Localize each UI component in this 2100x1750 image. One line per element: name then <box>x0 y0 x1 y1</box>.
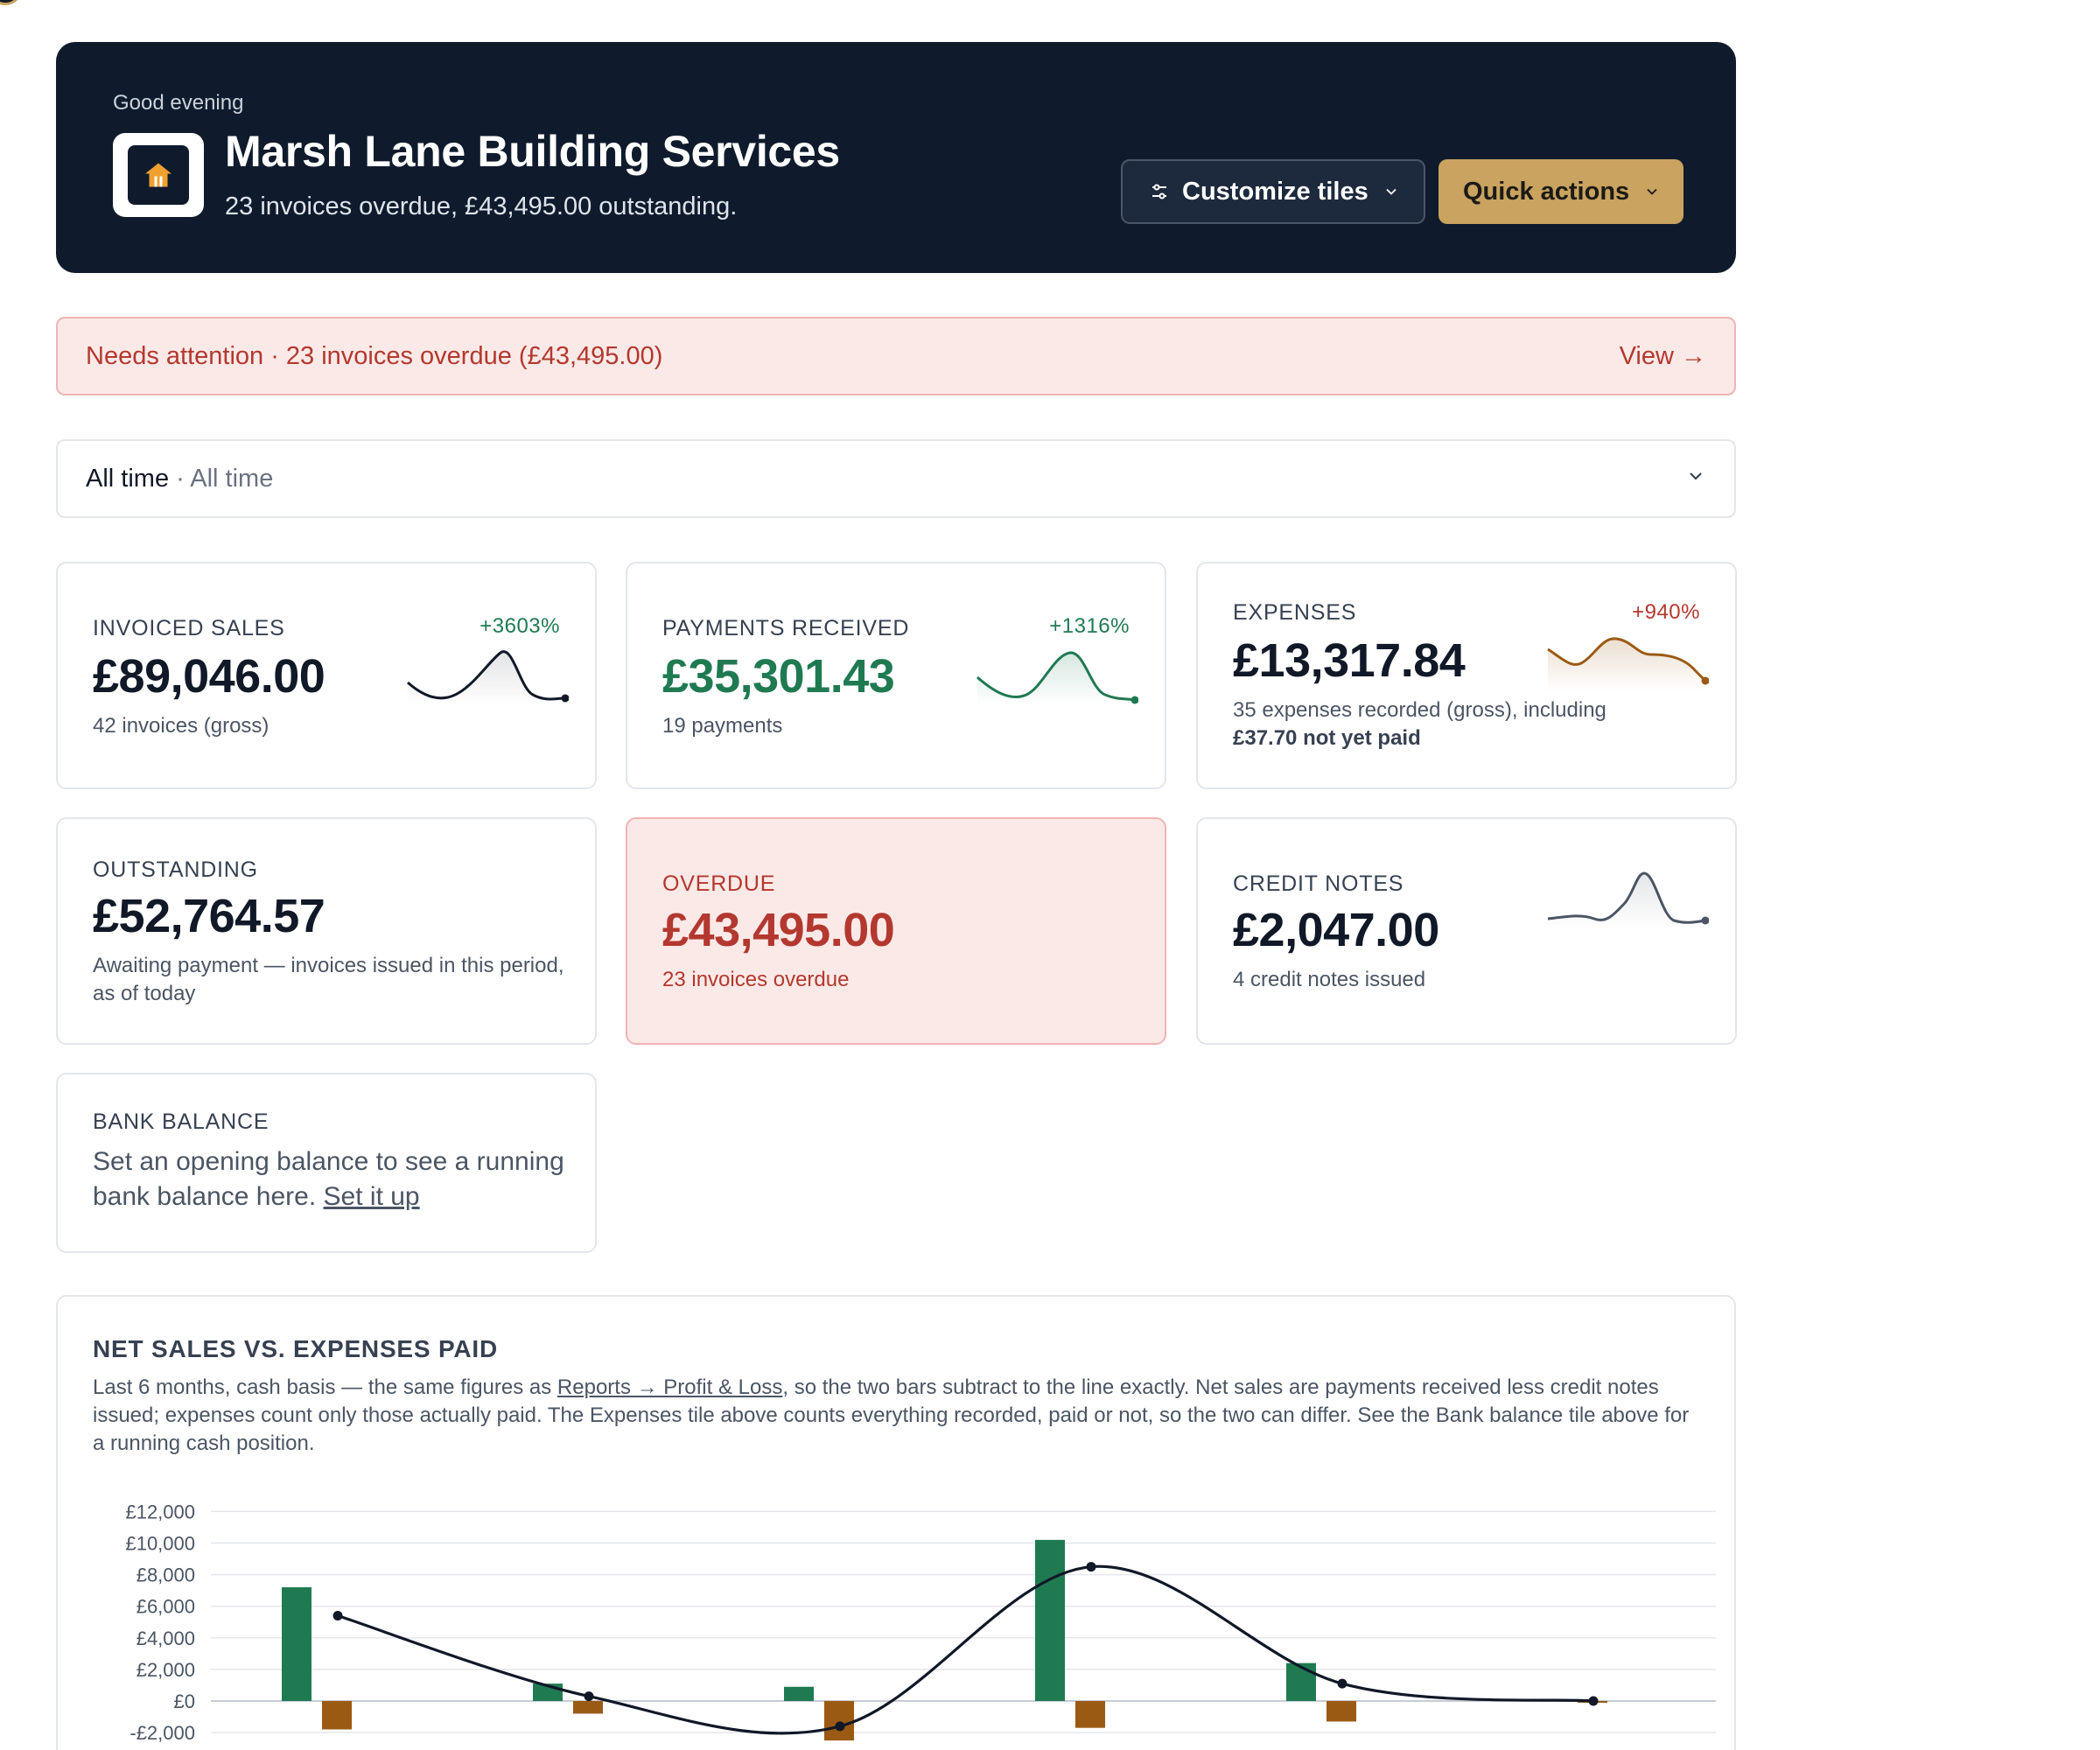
tile-value: £35,301.43 <box>662 650 895 703</box>
alert-view-link[interactable]: View → <box>1620 342 1706 371</box>
y-tick-label: £10,000 <box>125 1533 195 1555</box>
net-line <box>337 1564 1594 1735</box>
period-secondary: All time <box>190 464 274 493</box>
chevron-down-icon <box>1643 183 1661 200</box>
quick-actions-button[interactable]: Quick actions <box>1438 159 1684 224</box>
tile-value: £89,046.00 <box>93 650 326 703</box>
net-line-point <box>1337 1678 1348 1689</box>
tile-value: £43,495.00 <box>662 904 895 956</box>
unpaid-amount: £37.70 not yet paid <box>1233 726 1421 750</box>
tile-sub: 4 credit notes issued <box>1233 968 1426 991</box>
bank-balance-text: Set an opening balance to see a running … <box>93 1144 583 1214</box>
hero-header: Good evening Marsh Lane Building Service… <box>56 42 1736 273</box>
tile-sub: 42 invoices (gross) <box>93 714 270 738</box>
net-line-point <box>332 1611 343 1621</box>
tile-expenses[interactable]: EXPENSES +940% £13,317.84 35 expenses re… <box>1196 562 1737 789</box>
alert-text: Needs attention · 23 invoices overdue (£… <box>86 341 663 370</box>
net-sales-bar <box>1286 1662 1316 1701</box>
tile-bank-balance[interactable]: BANK BALANCE Set an opening balance to s… <box>56 1073 597 1253</box>
net-sales-chart: £12,000 £10,000 £8,000 £6,000 £4,000 £2,000 £0… <box>125 1501 1716 1744</box>
tile-value: £13,317.84 <box>1233 634 1466 687</box>
y-tick-label: £0 <box>174 1690 195 1712</box>
change-badge: +940% <box>1632 600 1700 624</box>
y-tick-label: £6,000 <box>136 1596 195 1618</box>
tile-sub: 23 invoices overdue <box>662 968 850 991</box>
net-sales-chart-card: NET SALES VS. EXPENSES PAID Last 6 month… <box>56 1295 1736 1750</box>
chevron-down-icon <box>1382 183 1400 200</box>
tile-sub-text: 35 expenses recorded (gross), including <box>1233 698 1606 722</box>
tile-sub: 35 expenses recorded (gross), including … <box>1233 696 1705 752</box>
expenses-bar <box>322 1701 352 1730</box>
company-logo <box>113 133 204 217</box>
home-icon <box>145 163 172 187</box>
tile-sub: 19 payments <box>662 714 783 738</box>
net-line-point <box>1086 1562 1096 1572</box>
y-tick-label: £12,000 <box>125 1501 195 1522</box>
tile-label: BANK BALANCE <box>93 1110 270 1134</box>
expenses-bar <box>1326 1701 1356 1722</box>
expenses-bar <box>824 1701 854 1741</box>
tile-label: INVOICED SALES <box>93 616 285 640</box>
sparkline <box>1547 637 1709 691</box>
net-sales-bar <box>1035 1539 1065 1701</box>
customize-tiles-label: Customize tiles <box>1182 177 1368 206</box>
tile-label: PAYMENTS RECEIVED <box>662 616 910 640</box>
period-value: All time · All time <box>86 464 274 493</box>
tile-credit-notes[interactable]: CREDIT NOTES £2,047.00 4 credit notes is… <box>1196 817 1737 1045</box>
tile-label: EXPENSES <box>1233 600 1357 625</box>
net-sales-bar <box>282 1587 312 1701</box>
sparkline <box>407 650 569 705</box>
tile-payments-received[interactable]: PAYMENTS RECEIVED +1316% £35,301.43 19 p… <box>626 562 1166 789</box>
overdue-alert: Needs attention · 23 invoices overdue (£… <box>56 317 1736 396</box>
tile-label: OUTSTANDING <box>93 858 258 882</box>
net-line-point <box>835 1721 845 1732</box>
sparkline <box>1547 872 1709 929</box>
company-name: Marsh Lane Building Services <box>225 127 840 176</box>
y-tick-label: £8,000 <box>136 1564 195 1586</box>
expenses-bar <box>1075 1701 1105 1728</box>
tile-value: £2,047.00 <box>1233 904 1439 956</box>
profile-badge[interactable] <box>0 0 23 5</box>
period-primary: All time <box>86 464 170 493</box>
sliders-icon <box>1149 181 1170 202</box>
y-tick-label: £2,000 <box>136 1659 195 1681</box>
tile-overdue[interactable]: OVERDUE £43,495.00 23 invoices overdue <box>626 817 1166 1045</box>
y-tick-label: -£2,000 <box>130 1722 195 1744</box>
change-badge: +3603% <box>480 614 560 638</box>
tile-sub: Awaiting payment — invoices issued in th… <box>93 954 564 1005</box>
period-selector[interactable]: All time · All time <box>56 439 1736 518</box>
customize-tiles-button[interactable]: Customize tiles <box>1121 159 1425 224</box>
net-sales-bar <box>784 1686 814 1701</box>
set-it-up-link[interactable]: Set it up <box>324 1182 420 1211</box>
tile-label: OVERDUE <box>662 872 776 896</box>
change-badge: +1316% <box>1049 614 1130 638</box>
hero-summary: 23 invoices overdue, £43,495.00 outstand… <box>225 192 738 220</box>
sparkline <box>976 651 1138 705</box>
tile-value: £52,764.57 <box>93 890 326 942</box>
tile-invoiced-sales[interactable]: INVOICED SALES +3603% £89,046.00 42 invo… <box>56 562 597 789</box>
expenses-bar <box>573 1701 603 1714</box>
tile-outstanding[interactable]: OUTSTANDING £52,764.57 Awaiting payment … <box>56 817 597 1045</box>
tile-label: CREDIT NOTES <box>1233 872 1404 896</box>
dashboard: Good evening Marsh Lane Building Service… <box>56 42 1737 1750</box>
quick-actions-label: Quick actions <box>1463 177 1630 206</box>
net-line-point <box>1588 1696 1599 1706</box>
greeting: Good evening <box>113 91 244 115</box>
net-line-point <box>584 1691 594 1702</box>
y-tick-label: £4,000 <box>136 1628 195 1649</box>
chevron-down-icon <box>1685 465 1706 494</box>
